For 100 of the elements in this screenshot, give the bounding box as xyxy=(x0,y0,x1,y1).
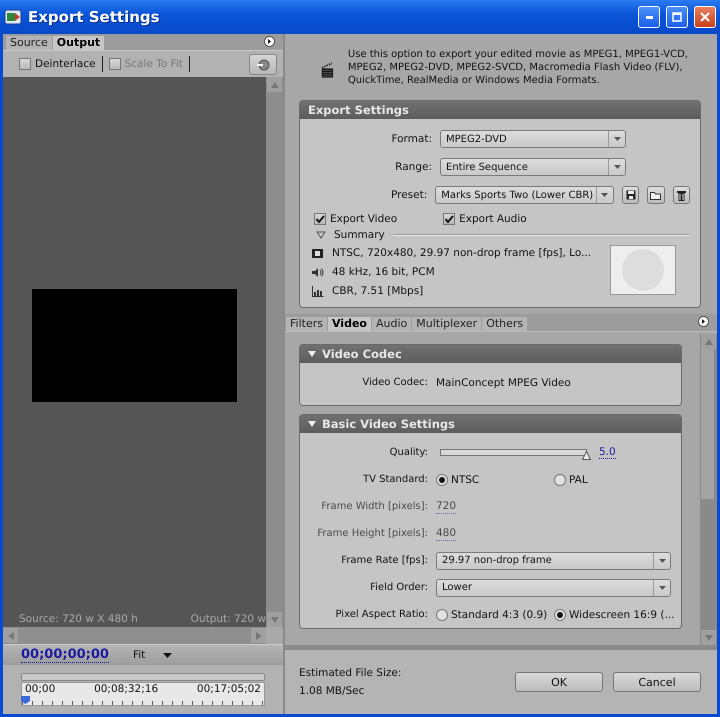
trash-icon xyxy=(676,190,686,200)
checkbox[interactable] xyxy=(314,213,326,225)
tab[interactable]: Others xyxy=(482,317,528,331)
checkbox-label: Export Video xyxy=(330,213,398,225)
time-label: 00;08;32;16 xyxy=(94,683,158,695)
zoom-dropdown[interactable]: Fit xyxy=(126,649,178,661)
radio-label: PAL xyxy=(569,474,588,486)
folder-icon xyxy=(650,190,662,200)
checkbox[interactable] xyxy=(443,213,456,225)
speaker-icon xyxy=(312,266,324,278)
minimize-button[interactable] xyxy=(638,6,660,28)
slider-thumb[interactable] xyxy=(582,451,591,460)
cancel-button[interactable]: Cancel xyxy=(613,672,701,692)
radio-button[interactable] xyxy=(554,608,566,620)
tab[interactable]: Audio xyxy=(372,317,412,331)
dropdown[interactable]: Entire Sequence xyxy=(440,158,626,176)
field-label: Pixel Aspect Ratio: xyxy=(334,608,428,622)
tab[interactable]: Multiplexer xyxy=(412,317,482,331)
maximize-icon xyxy=(672,12,682,22)
checkbox-label: Scale To Fit xyxy=(124,58,183,70)
slider-value[interactable]: 5.0 xyxy=(599,446,616,459)
save-icon xyxy=(626,190,636,200)
close-icon xyxy=(700,12,710,22)
down-arrow-icon xyxy=(704,634,714,642)
dropdown[interactable]: MPEG2-DVD xyxy=(440,130,626,148)
window-title: Export Settings xyxy=(28,8,161,26)
panel-title: Export Settings xyxy=(308,103,409,117)
radio-button[interactable] xyxy=(436,474,448,486)
timecode[interactable]: 00;00;00;00 xyxy=(21,648,109,662)
field-value: 720 xyxy=(436,500,456,514)
field-value: 480 xyxy=(436,526,456,540)
section-title: Basic Video Settings xyxy=(322,417,455,431)
radio-button[interactable] xyxy=(436,608,448,620)
menu-icon[interactable] xyxy=(698,316,709,327)
thumbnail xyxy=(610,245,676,295)
field-label: Preset: xyxy=(390,189,428,201)
radio-label: Standard 4:3 (0.9) xyxy=(451,608,548,620)
right-arrow-icon xyxy=(254,630,262,640)
save-preset-button[interactable] xyxy=(622,186,640,204)
time-ruler[interactable]: 00;00 00;08;32;16 00;17;05;02 xyxy=(21,682,265,706)
summary-text: NTSC, 720x480, 29.97 non-drop frame [fps], Lo... xyxy=(332,247,592,259)
field-label: TV Standard: xyxy=(362,472,428,486)
expanded-triangle-icon[interactable] xyxy=(316,231,326,239)
down-arrow-icon xyxy=(270,616,280,624)
field-label: Frame Rate [fps]: xyxy=(340,554,428,568)
export-frame-button[interactable] xyxy=(249,54,277,74)
field-value: MainConcept MPEG Video xyxy=(436,376,571,388)
left-arrow-icon xyxy=(6,630,14,640)
radio-button[interactable] xyxy=(554,474,566,486)
minimize-icon xyxy=(646,16,652,18)
checkbox-label: Export Audio xyxy=(459,213,527,225)
caret-icon xyxy=(601,193,608,197)
field-label: Format: xyxy=(390,133,432,145)
radio-label: NTSC xyxy=(451,474,480,486)
scrollbar-thumb[interactable] xyxy=(701,349,714,499)
film-icon xyxy=(312,248,324,258)
maximize-button[interactable] xyxy=(666,6,688,28)
output-info: Output: 720 w xyxy=(190,613,266,625)
caret-icon xyxy=(614,137,620,141)
app-icon xyxy=(4,8,22,26)
field-label: Field Order: xyxy=(369,580,428,594)
summary-text: CBR, 7.51 [Mbps] xyxy=(332,285,424,297)
time-label: 00;00 xyxy=(25,683,56,695)
caret-icon xyxy=(658,558,666,562)
up-arrow-icon xyxy=(270,80,280,88)
dropdown[interactable]: Lower xyxy=(436,578,671,596)
checkbox[interactable] xyxy=(19,58,31,70)
caret-icon xyxy=(163,652,172,658)
field-label: Frame Width [pixels]: xyxy=(320,500,428,514)
field-label: Frame Height [pixels]: xyxy=(316,526,428,540)
tab[interactable]: Video xyxy=(328,317,371,331)
time-label: 00;17;05;02 xyxy=(196,683,261,695)
section-title: Video Codec xyxy=(322,347,402,361)
field-label: Range: xyxy=(394,161,432,173)
import-preset-button[interactable] xyxy=(647,186,665,204)
tab[interactable]: Filters xyxy=(286,317,327,331)
checkbox-label: Deinterlace xyxy=(35,58,96,70)
estimate-value: 1.08 MB/Sec xyxy=(299,685,366,697)
ok-button[interactable]: OK xyxy=(515,672,603,692)
dropdown[interactable]: 29.97 non-drop frame xyxy=(436,552,671,570)
field-label: Quality: xyxy=(388,446,428,460)
description-text: Use this option to export your edited movie as MPEG1, MPEG1-VCD, MPEG2, MPEG2-DVD, MPEG2-SVCD, Macromedia Flash Video (FLV), QuickTime, RealMedia or Windows Media Formats. xyxy=(348,48,689,87)
summary-text: 48 kHz, 16 bit, PCM xyxy=(332,266,435,278)
tab[interactable]: Source xyxy=(6,36,52,50)
bar-graph-icon xyxy=(312,286,324,296)
expanded-triangle-icon[interactable] xyxy=(308,421,316,427)
close-button[interactable] xyxy=(694,6,716,28)
delete-preset-button[interactable] xyxy=(672,186,690,204)
caret-icon xyxy=(614,165,620,169)
tab[interactable]: Output xyxy=(52,36,104,50)
menu-icon[interactable] xyxy=(264,36,275,47)
estimate-label: Estimated File Size: xyxy=(299,667,402,679)
summary-heading: Summary xyxy=(334,229,385,241)
up-arrow-icon xyxy=(704,338,714,346)
radio-label: Widescreen 16:9 (... xyxy=(569,608,674,620)
source-info: Source: 720 w X 480 h xyxy=(19,613,138,625)
field-label: Video Codec: xyxy=(361,376,428,390)
caret-icon xyxy=(658,586,666,590)
preset-dropdown[interactable]: Marks Sports Two (Lower CBR) xyxy=(435,186,614,204)
expanded-triangle-icon[interactable] xyxy=(308,351,316,357)
